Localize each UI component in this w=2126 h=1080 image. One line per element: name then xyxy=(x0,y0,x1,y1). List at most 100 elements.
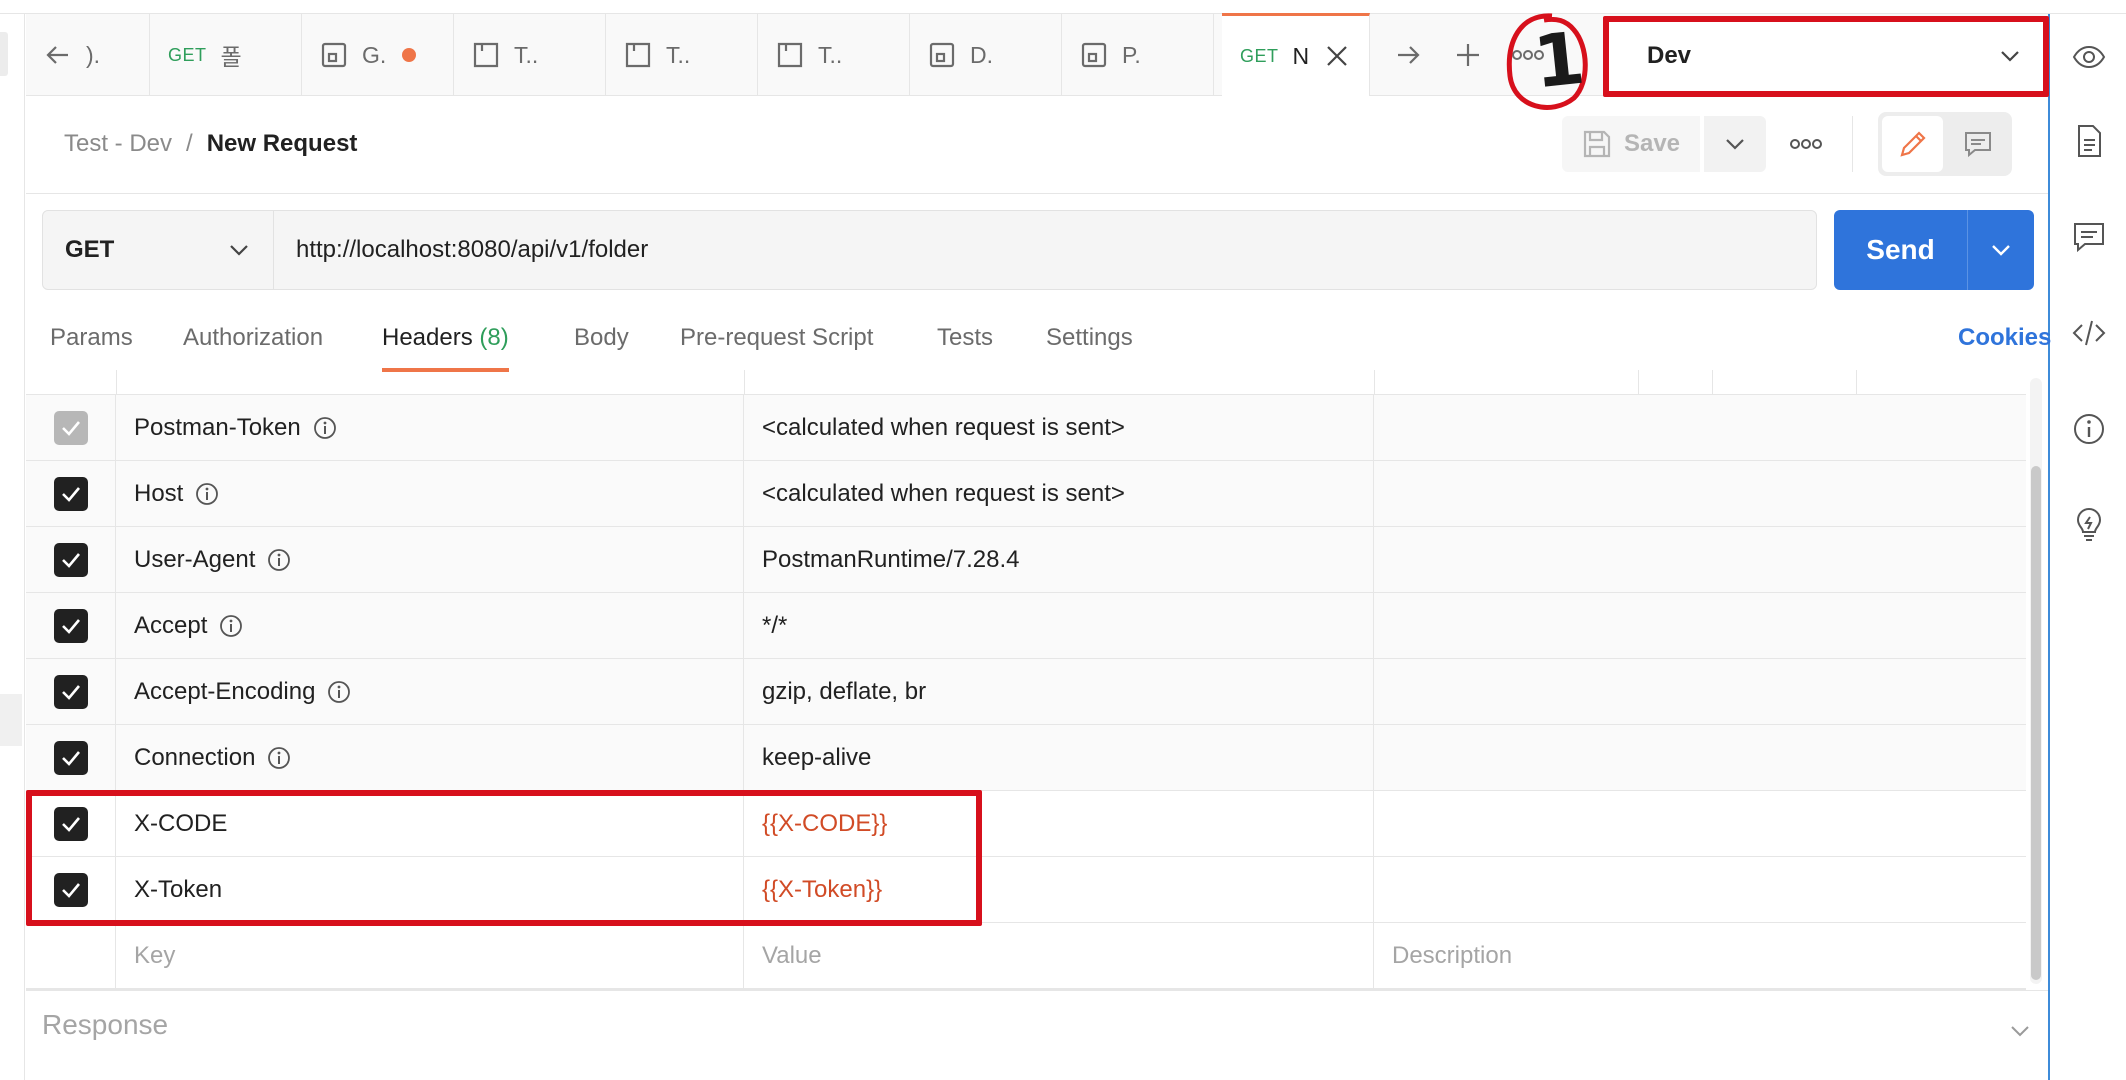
header-key-cell[interactable]: Host xyxy=(116,461,744,527)
sidebar-edge-mark xyxy=(0,32,8,76)
checkmark-icon xyxy=(61,487,80,502)
header-description-cell[interactable] xyxy=(1374,527,2026,593)
save-icon xyxy=(1583,130,1611,158)
comment-mode-button[interactable] xyxy=(1947,116,2008,172)
header-value-cell[interactable]: <calculated when request is sent> xyxy=(744,395,1374,461)
send-options-button[interactable] xyxy=(1968,210,2034,290)
comments-icon[interactable] xyxy=(2072,220,2106,254)
send-button[interactable]: Send xyxy=(1834,210,1968,290)
header-value-cell[interactable]: */* xyxy=(744,593,1374,659)
tab-settings[interactable]: Settings xyxy=(1046,324,1133,372)
response-label[interactable]: Response xyxy=(42,1009,168,1041)
tab-1[interactable]: GET 폴 xyxy=(150,14,302,96)
info-icon[interactable] xyxy=(267,746,291,770)
tab-2[interactable]: G. xyxy=(302,14,454,96)
save-button[interactable]: Save xyxy=(1562,116,1700,172)
http-method-value: GET xyxy=(65,236,115,263)
header-value-cell[interactable]: <calculated when request is sent> xyxy=(744,461,1374,527)
new-key-input[interactable]: Key xyxy=(116,923,744,989)
tab-7[interactable]: P. xyxy=(1062,14,1214,96)
header-description-cell[interactable] xyxy=(1374,659,2026,725)
header-description-cell[interactable] xyxy=(1374,857,2026,923)
tab-0[interactable]: ). xyxy=(26,14,150,96)
tab-headers[interactable]: Headers (8) xyxy=(382,324,509,372)
header-description-cell[interactable] xyxy=(1374,725,2026,791)
header-key-cell[interactable]: Accept-Encoding xyxy=(116,659,744,725)
document-icon xyxy=(473,42,499,68)
header-key: Postman-Token xyxy=(134,414,301,441)
annotation-circle: 1 xyxy=(1500,12,1592,120)
tab-params[interactable]: Params xyxy=(50,324,133,372)
comment-icon xyxy=(1964,132,1991,158)
forward-arrow-icon xyxy=(1398,46,1420,64)
column-divider xyxy=(116,370,117,395)
new-description-input[interactable]: Description xyxy=(1374,923,2026,989)
eye-icon[interactable] xyxy=(2072,40,2106,74)
close-icon[interactable] xyxy=(1323,42,1351,70)
save-options-button[interactable] xyxy=(1704,116,1766,172)
chevron-down-icon[interactable] xyxy=(2008,1019,2032,1043)
request-title[interactable]: New Request xyxy=(207,130,358,158)
info-icon[interactable] xyxy=(313,416,337,440)
row-checkbox[interactable] xyxy=(53,477,88,511)
header-description-cell[interactable] xyxy=(1374,395,2026,461)
row-checkbox[interactable] xyxy=(53,741,88,775)
tab-label: 폴 xyxy=(220,44,242,70)
header-key-cell[interactable]: Connection xyxy=(116,725,744,791)
table-row: Connection keep-alive xyxy=(26,725,2026,791)
row-checkbox[interactable] xyxy=(53,411,88,445)
column-divider xyxy=(744,370,745,395)
lightbulb-icon[interactable] xyxy=(2072,508,2106,542)
more-actions-button[interactable] xyxy=(1778,116,1834,172)
code-icon[interactable] xyxy=(2072,316,2106,350)
tab-label: D. xyxy=(970,41,993,68)
row-checkbox[interactable] xyxy=(53,609,88,643)
send-group: Send xyxy=(1834,210,2034,290)
tab-tests[interactable]: Tests xyxy=(937,324,993,372)
info-icon[interactable] xyxy=(267,548,291,572)
tab-3[interactable]: T.. xyxy=(454,14,606,96)
header-value-cell[interactable]: keep-alive xyxy=(744,725,1374,791)
info-icon[interactable] xyxy=(2072,412,2106,446)
header-description-cell[interactable] xyxy=(1374,593,2026,659)
header-key: Accept xyxy=(134,612,208,639)
tab-6[interactable]: D. xyxy=(910,14,1062,96)
tab-5[interactable]: T.. xyxy=(758,14,910,96)
header-key-cell[interactable]: User-Agent xyxy=(116,527,744,593)
documentation-icon[interactable] xyxy=(2072,124,2106,158)
info-icon[interactable] xyxy=(327,680,351,704)
checkmark-icon xyxy=(61,421,80,436)
tab-forward-button[interactable] xyxy=(1378,14,1438,96)
table-scrollbar-thumb[interactable] xyxy=(2031,466,2041,980)
header-key-cell[interactable]: Postman-Token xyxy=(116,395,744,461)
edit-mode-button[interactable] xyxy=(1882,116,1943,172)
tab-body[interactable]: Body xyxy=(574,324,629,372)
tab-8-active[interactable]: GET N xyxy=(1222,13,1370,96)
new-header-row: Key Value Description xyxy=(26,923,2026,989)
new-value-input[interactable]: Value xyxy=(744,923,1374,989)
tab-authorization[interactable]: Authorization xyxy=(183,324,323,372)
tab-label: T.. xyxy=(666,41,691,68)
row-checkbox[interactable] xyxy=(53,675,88,709)
header-description-cell[interactable] xyxy=(1374,461,2026,527)
header-key: User-Agent xyxy=(134,546,256,573)
new-tab-button[interactable] xyxy=(1438,14,1498,96)
row-checkbox[interactable] xyxy=(53,543,88,577)
url-input[interactable]: http://localhost:8080/api/v1/folder xyxy=(273,210,1817,290)
info-icon[interactable] xyxy=(219,614,243,638)
cookies-link[interactable]: Cookies xyxy=(1958,324,2051,352)
header-key-cell[interactable]: Accept xyxy=(116,593,744,659)
header-value-cell[interactable]: gzip, deflate, br xyxy=(744,659,1374,725)
tab-pre-request-script[interactable]: Pre-request Script xyxy=(680,324,873,372)
http-method-select[interactable]: GET xyxy=(42,210,274,290)
header-value-cell[interactable]: PostmanRuntime/7.28.4 xyxy=(744,527,1374,593)
column-divider xyxy=(1374,370,1375,395)
tab-method: GET xyxy=(1240,45,1279,66)
response-pane: Response xyxy=(26,990,2048,1080)
breadcrumb-parent[interactable]: Test - Dev xyxy=(64,130,172,158)
row-checkbox-cell xyxy=(26,923,116,989)
header-description-cell[interactable] xyxy=(1374,791,2026,857)
table-row: Accept */* xyxy=(26,593,2026,659)
info-icon[interactable] xyxy=(195,482,219,506)
tab-4[interactable]: T.. xyxy=(606,14,758,96)
